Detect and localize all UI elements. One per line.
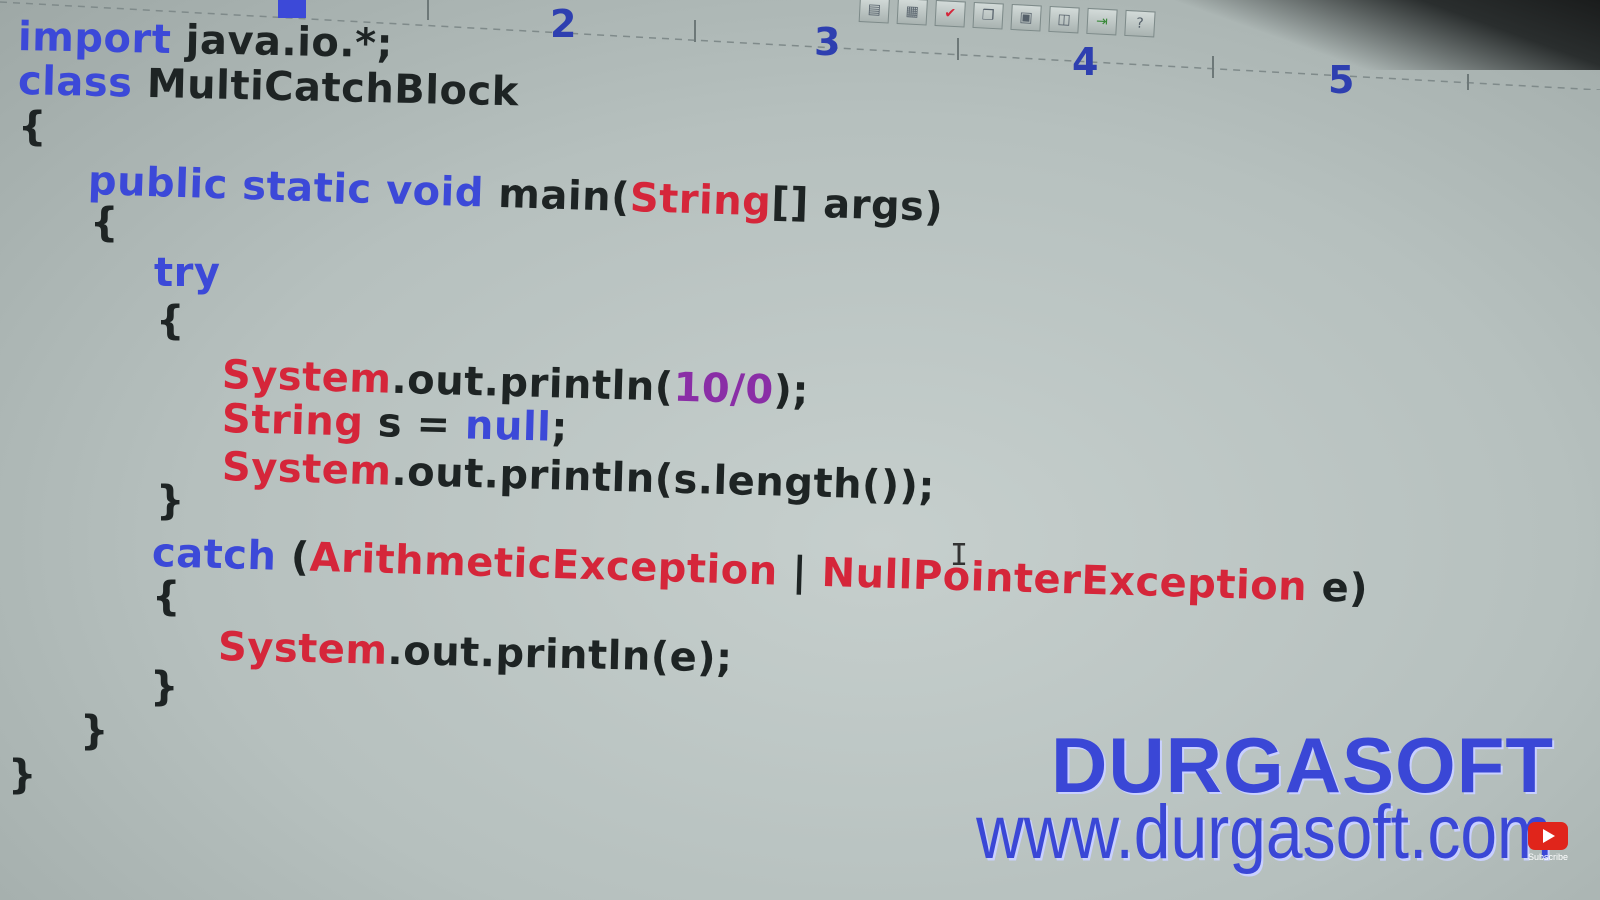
editor-screen: 2 3 4 5 ▤ ▦ ✔ ❐ ▣ ◫ ⇥ ? import java.io.*… — [0, 0, 1600, 900]
type-name: NullPointerException — [820, 549, 1308, 611]
type-name: ArithmeticException — [308, 534, 779, 595]
keyword: try — [154, 250, 221, 296]
code-text: java.io.*; — [170, 16, 394, 68]
type-name: System — [217, 624, 389, 674]
code-text: ( — [275, 533, 311, 581]
code-line: System.out.println(e); — [217, 624, 733, 682]
code-line: { — [18, 104, 47, 150]
code-line: String s = null; — [221, 396, 568, 451]
code-line: } — [156, 478, 185, 524]
brace: { — [18, 104, 47, 150]
code-line: { — [90, 200, 119, 246]
code-text: s = — [362, 399, 466, 449]
brace: } — [8, 752, 37, 798]
text-cursor-icon: I — [950, 538, 969, 573]
code-line: public static void main(String[] args) — [87, 158, 944, 231]
watermark-url: www.durgasoft.com — [976, 789, 1552, 875]
brace: } — [156, 478, 185, 524]
code-line: } — [8, 752, 37, 798]
code-text: | — [777, 548, 823, 596]
keyword: catch — [151, 530, 278, 580]
type-name: System — [221, 352, 393, 403]
code-line: } — [150, 664, 179, 710]
brace: { — [156, 298, 185, 344]
number-literal: 10/0 — [672, 364, 775, 414]
subscribe-label: Subscribe — [1527, 852, 1569, 862]
keyword: import — [17, 14, 172, 63]
code-line: } — [80, 708, 109, 754]
code-text: ; — [550, 404, 569, 452]
brace: } — [150, 664, 179, 710]
type-name: String — [629, 175, 773, 226]
brace: } — [80, 708, 109, 754]
code-text: e) — [1306, 564, 1369, 613]
code-line: { — [156, 298, 185, 344]
brace: { — [90, 200, 119, 246]
subscribe-button[interactable]: Subscribe — [1526, 822, 1570, 862]
type-name: System — [221, 444, 393, 495]
youtube-icon — [1528, 822, 1568, 850]
type-name: String — [221, 396, 365, 446]
brace: { — [152, 574, 181, 620]
code-text: .out.println(e); — [387, 627, 734, 682]
keyword: public static void — [87, 158, 485, 217]
code-text: [] args) — [770, 179, 944, 231]
code-text: MultiCatchBlock — [131, 60, 520, 116]
code-text: .out.println(s.length()); — [390, 448, 936, 510]
code-line: { — [152, 574, 181, 620]
code-line: try — [154, 250, 220, 296]
code-text: ); — [772, 367, 810, 415]
code-line: System.out.println(s.length()); — [221, 444, 935, 510]
code-line: catch (ArithmeticException | NullPointer… — [151, 530, 1368, 612]
code-text: main( — [483, 170, 631, 222]
code-line: class MultiCatchBlock — [17, 58, 519, 115]
keyword: class — [17, 58, 134, 107]
keyword: null — [464, 402, 552, 451]
